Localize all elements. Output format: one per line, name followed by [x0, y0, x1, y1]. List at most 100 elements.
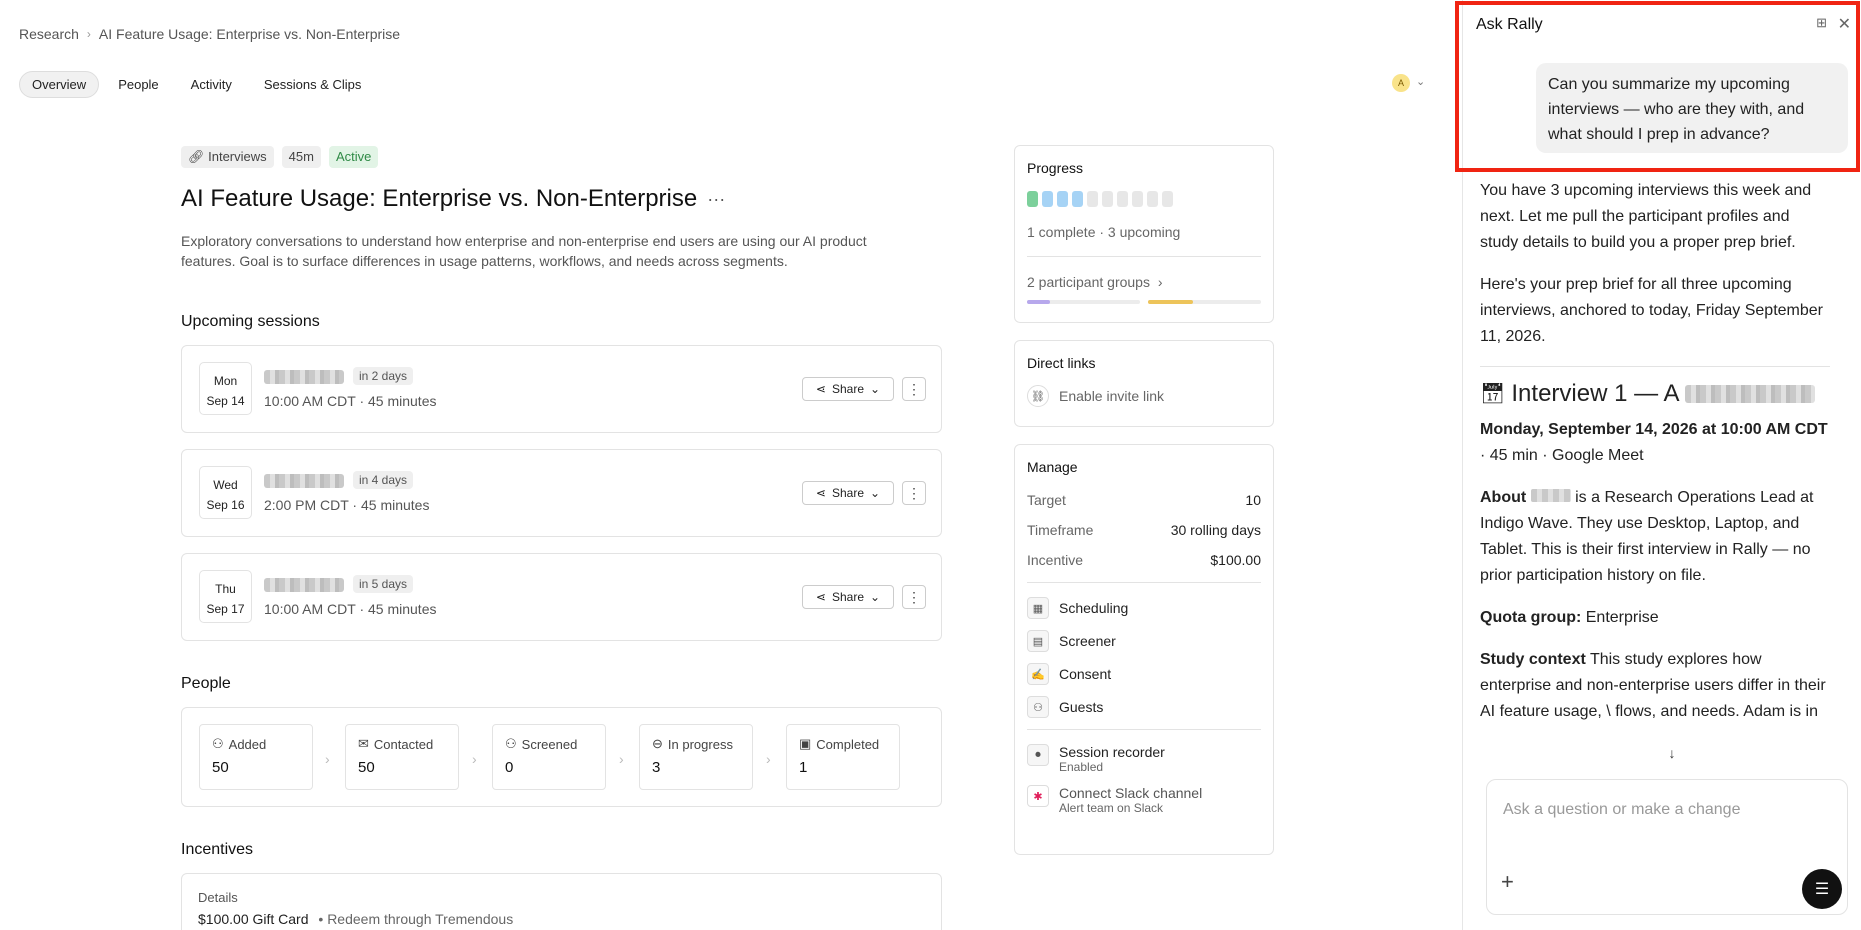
session-card[interactable]: Mon Sep 14 in 2 days 10:00 AM CDT · 45 m… [181, 345, 942, 433]
kv-value: $100.00 [1210, 552, 1261, 568]
incentive-note: • Redeem through Tremendous [318, 911, 514, 927]
people-pipeline: ⚇ Added 50 › ✉ Contacted 50 › ⚇ Screened 0 … [181, 707, 942, 807]
chevron-right-icon: › [472, 751, 477, 767]
manage-consent[interactable]: ✍ Consent [1027, 663, 1261, 685]
manage-screener[interactable]: ▤ Screener [1027, 630, 1261, 652]
calendar-check-icon: ▣ [799, 736, 812, 751]
study-description: Exploratory conversations to understand … [181, 233, 867, 269]
stage-label: Screened [521, 736, 578, 752]
group-bar-fill [1148, 300, 1194, 304]
share-icon: ⋖ [815, 382, 826, 396]
stage-screened[interactable]: ⚇ Screened 0 [492, 724, 606, 790]
progress-dot [1162, 191, 1173, 207]
type-badge: 🔗︎ Interviews [181, 146, 274, 168]
assistant-paragraph: You have 3 upcoming interviews this week… [1480, 182, 1812, 251]
slack-text: Connect Slack channel Alert team on Slac… [1059, 785, 1202, 815]
participant-groups-link[interactable]: 2 participant groups › [1027, 274, 1261, 290]
tab-activity[interactable]: Activity [178, 71, 245, 98]
session-card[interactable]: Thu Sep 17 in 5 days 10:00 AM CDT · 45 m… [181, 553, 942, 641]
share-button[interactable]: ⋖ Share ⌄ [802, 481, 894, 505]
chevron-down-icon: ⌄ [870, 486, 881, 500]
duration-badge: 45m [281, 146, 321, 168]
incentives-card: Details $100.00 Gift Card • Redeem throu… [181, 873, 942, 930]
manage-guests[interactable]: ⚇ Guests [1027, 696, 1261, 718]
connect-slack[interactable]: ✱ Connect Slack channel Alert team on Sl… [1027, 785, 1261, 815]
session-recorder[interactable]: ⏺ Session recorder Enabled [1027, 744, 1261, 774]
tab-people[interactable]: People [105, 71, 171, 98]
progress-dot [1117, 191, 1128, 207]
quota-value: Enterprise [1581, 609, 1659, 626]
progress-dot [1102, 191, 1113, 207]
kebab-menu-icon[interactable]: ⋮ [902, 585, 926, 609]
redacted-participant-name [264, 370, 344, 384]
manage-item-label: Scheduling [1059, 600, 1129, 616]
divider [1027, 729, 1261, 730]
minus-circle-icon: ⊖ [652, 736, 663, 751]
manage-card: Manage Target 10 Timeframe 30 rolling days… [1014, 444, 1274, 855]
breadcrumb-research-link[interactable]: Research [19, 26, 79, 42]
stage-added[interactable]: ⚇ Added 50 [199, 724, 313, 790]
page-title: AI Feature Usage: Enterprise vs. Non-Ent… [181, 185, 942, 213]
chat-input[interactable]: Ask a question or make a change [1486, 779, 1848, 915]
arrow-down-icon[interactable]: ↓ [1660, 741, 1684, 765]
session-dow: Wed [213, 478, 238, 492]
link-icon: ⛓ [1027, 385, 1049, 407]
stage-in-progress[interactable]: ⊖ In progress 3 [639, 724, 753, 790]
kv-key: Timeframe [1027, 522, 1094, 538]
redacted-participant-name [264, 474, 344, 488]
share-button[interactable]: ⋖ Share ⌄ [802, 585, 894, 609]
chat-title: Ask Rally [1476, 16, 1543, 33]
kebab-menu-icon[interactable]: ⋮ [902, 377, 926, 401]
link-icon: 🔗︎ [188, 149, 209, 164]
group-bar [1148, 300, 1261, 304]
share-label: Share [831, 486, 865, 500]
tab-sessions-clips[interactable]: Sessions & Clips [251, 71, 375, 98]
user-check-icon: ⚇ [505, 736, 517, 751]
manage-scheduling[interactable]: ▦ Scheduling [1027, 597, 1261, 619]
session-card[interactable]: Wed Sep 16 in 4 days 2:00 PM CDT · 45 mi… [181, 449, 942, 537]
group-bars [1027, 300, 1261, 304]
kv-value: 30 rolling days [1170, 522, 1261, 538]
ask-rally-panel: Ask Rally ⊞ ✕ Can you summarize my upcom… [1462, 0, 1861, 930]
enable-invite-link[interactable]: ⛓ Enable invite link [1027, 385, 1261, 407]
session-date-text: Sep 14 [206, 394, 245, 408]
share-label: Share [831, 590, 865, 604]
new-chat-icon[interactable]: ⊞ [1816, 15, 1827, 31]
assistant-paragraph: Here's your prep brief for all three upc… [1480, 276, 1823, 345]
upcoming-sessions-heading: Upcoming sessions [181, 313, 320, 330]
interview-heading-text: Interview 1 — A [1511, 380, 1680, 407]
help-chat-icon[interactable]: ☰ [1802, 869, 1842, 909]
when-bold: Monday, September 14, 2026 at 10:00 AM C… [1480, 421, 1828, 438]
plus-icon[interactable]: + [1501, 869, 1514, 895]
session-recorder-text: Session recorder Enabled [1059, 744, 1165, 774]
session-date: Wed Sep 16 [199, 466, 252, 519]
kebab-menu-icon[interactable]: ⋮ [902, 481, 926, 505]
stage-label: In progress [667, 736, 733, 752]
chevron-right-icon: › [619, 751, 624, 767]
avatar[interactable]: A [1392, 74, 1410, 92]
invite-link-label: Enable invite link [1059, 388, 1165, 404]
study-header: 🔗︎ Interviews 45m Active AI Feature Usag… [181, 146, 942, 271]
stage-label: Completed [816, 736, 880, 752]
close-icon[interactable]: ✕ [1838, 14, 1851, 34]
calendar-icon: ▦ [1027, 597, 1049, 619]
chevron-right-icon: › [86, 27, 91, 41]
kv-row-target: Target 10 [1027, 492, 1261, 508]
more-icon[interactable]: ··· [707, 189, 725, 210]
share-button[interactable]: ⋖ Share ⌄ [802, 377, 894, 401]
group-bar-fill [1027, 300, 1050, 304]
about-label: About [1480, 489, 1527, 506]
chevron-down-icon[interactable]: ⌄ [1416, 75, 1425, 88]
tab-overview[interactable]: Overview [19, 71, 100, 98]
chevron-right-icon: › [766, 751, 771, 767]
session-date-text: Sep 17 [206, 602, 245, 616]
stage-completed[interactable]: ▣ Completed 1 [786, 724, 900, 790]
session-time: 2:00 PM CDT · 45 minutes [264, 497, 430, 513]
direct-links-card: Direct links ⛓ Enable invite link [1014, 340, 1274, 427]
users-icon: ⚇ [1027, 696, 1049, 718]
stage-contacted[interactable]: ✉ Contacted 50 [345, 724, 459, 790]
kv-row-timeframe: Timeframe 30 rolling days [1027, 522, 1261, 538]
redacted-name [1685, 385, 1816, 403]
session-date: Mon Sep 14 [199, 362, 252, 415]
kv-row-incentive: Incentive $100.00 [1027, 552, 1261, 568]
